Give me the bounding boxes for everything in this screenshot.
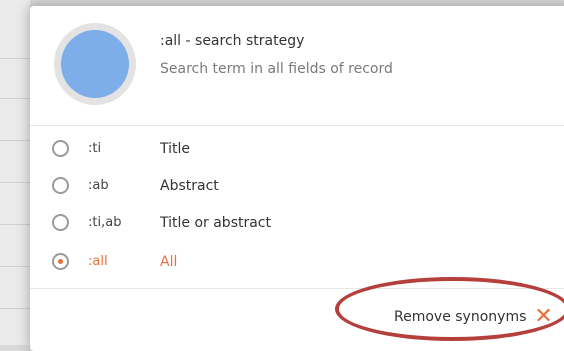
option-ti-ab[interactable]: :ti,ab Title or abstract <box>30 206 564 242</box>
close-icon[interactable]: ✕ <box>534 306 552 328</box>
radio-ab[interactable] <box>52 177 69 194</box>
background-divider <box>0 224 30 225</box>
background-divider <box>0 182 30 183</box>
option-all[interactable]: :all All <box>30 245 564 281</box>
option-label: Title <box>160 141 191 157</box>
radio-ti-ab[interactable] <box>52 214 69 231</box>
background-divider <box>0 140 30 141</box>
background-divider <box>0 266 30 267</box>
search-strategy-popup: :all - search strategy Search term in al… <box>30 6 564 351</box>
popup-title: :all - search strategy <box>160 33 305 49</box>
background-divider <box>0 58 30 59</box>
background-divider <box>0 308 30 309</box>
avatar <box>54 23 136 105</box>
option-label: Abstract <box>160 178 219 194</box>
option-label: All <box>160 254 178 270</box>
option-code: :ti,ab <box>88 215 122 230</box>
radio-selected-dot <box>58 259 63 264</box>
option-label: Title or abstract <box>160 215 271 231</box>
option-ab[interactable]: :ab Abstract <box>30 169 564 205</box>
option-code: :ab <box>88 178 109 193</box>
popup-subtitle: Search term in all fields of record <box>160 61 393 77</box>
radio-all[interactable] <box>52 253 69 270</box>
remove-synonyms-label: Remove synonyms <box>394 309 527 325</box>
remove-synonyms-button[interactable]: Remove synonyms ✕ <box>394 304 553 330</box>
option-code: :all <box>88 254 108 269</box>
avatar-circle <box>61 30 129 98</box>
radio-ti[interactable] <box>52 140 69 157</box>
background-divider <box>0 98 30 99</box>
background-page <box>0 0 30 345</box>
option-ti[interactable]: :ti Title <box>30 132 564 168</box>
divider <box>30 125 564 126</box>
divider <box>30 288 564 289</box>
option-code: :ti <box>88 141 102 156</box>
